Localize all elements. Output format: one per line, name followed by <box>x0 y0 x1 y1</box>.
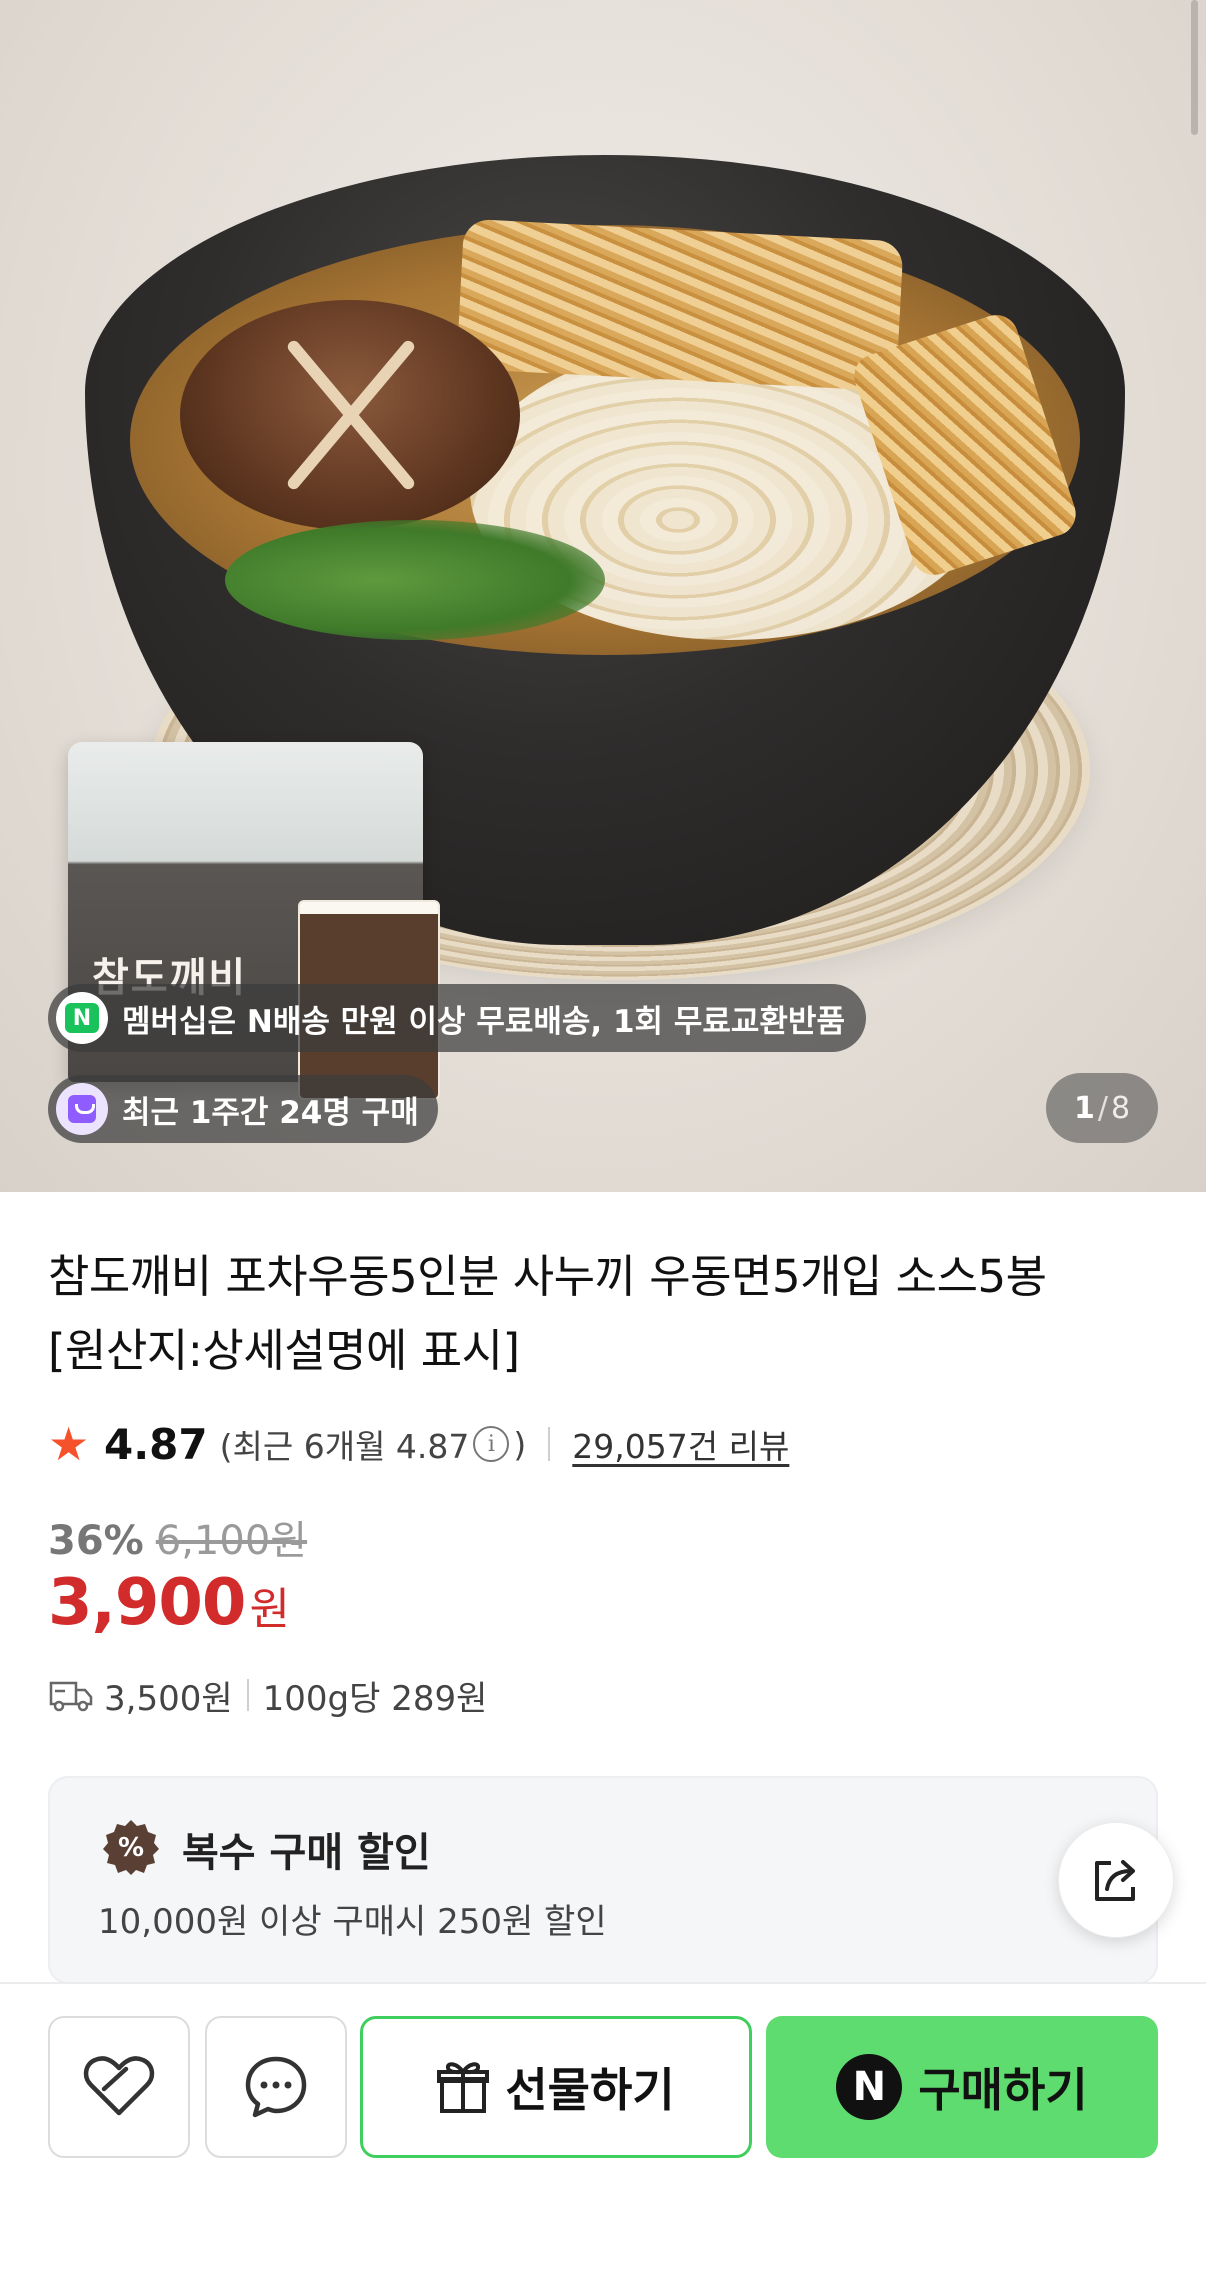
chat-icon <box>245 2056 307 2118</box>
rating-row: ★ 4.87 (최근 6개월 4.87 i ) 29,057건 리뷰 <box>48 1418 789 1470</box>
wishlist-button[interactable] <box>48 2016 190 2158</box>
star-icon: ★ <box>48 1417 90 1471</box>
divider <box>548 1427 551 1461</box>
gift-button[interactable]: 선물하기 <box>360 2016 752 2158</box>
unit-price: 100g당 289원 <box>262 1678 488 1719</box>
membership-shipping-chip[interactable]: N 멤버십은 N배송 만원 이상 무료배송, 1회 무료교환반품 <box>48 984 866 1052</box>
share-button[interactable] <box>1058 1822 1174 1938</box>
original-price: 6,100원 <box>155 1518 308 1564</box>
product-image-carousel[interactable]: 참도깨비 N 멤버십은 N배송 만원 이상 무료배송, 1회 무료교환반품 최근… <box>0 0 1206 1192</box>
original-price-row: 36% 6,100원 <box>48 1508 307 1566</box>
promo-title: 복수 구매 할인 <box>182 1830 431 1876</box>
buy-button-label: 구매하기 <box>918 2063 1088 2117</box>
shipping-row: 3,500원 100g당 289원 <box>48 1668 487 1722</box>
shipping-fee: 3,500원 <box>104 1678 233 1719</box>
truck-icon <box>49 1681 93 1712</box>
rating-score: 4.87 <box>104 1419 208 1469</box>
product-title-line1: 참도깨비 포차우동5인분 사누끼 우동면5개입 소스5봉 <box>48 1250 1047 1303</box>
divider <box>246 1679 249 1711</box>
rating-recent-close: ) <box>513 1424 527 1464</box>
discount-rate: 36% <box>48 1518 144 1564</box>
membership-shipping-text: 멤버십은 N배송 만원 이상 무료배송, 1회 무료교환반품 <box>122 1003 845 1040</box>
product-title-line2: [원산지:상세설명에 표시] <box>48 1324 520 1377</box>
promo-description: 10,000원 이상 구매시 250원 할인 <box>98 1902 607 1942</box>
price-unit: 원 <box>249 1584 290 1635</box>
bulk-discount-card[interactable]: % 복수 구매 할인 10,000원 이상 구매시 250원 할인 <box>48 1776 1158 1984</box>
chat-button[interactable] <box>205 2016 347 2158</box>
sale-price-row: 3,900 원 <box>48 1566 290 1640</box>
heart-icon <box>83 2056 155 2116</box>
buy-button[interactable]: N 구매하기 <box>766 2016 1158 2158</box>
shopping-bag-icon <box>56 1083 108 1135</box>
discount-badge-icon: % <box>103 1820 159 1875</box>
info-icon[interactable]: i <box>473 1426 510 1462</box>
image-pager: 1/8 <box>1046 1073 1158 1143</box>
pager-total: 8 <box>1110 1090 1131 1126</box>
scrollbar[interactable] <box>1191 0 1198 135</box>
greens-image <box>225 520 605 640</box>
rating-recent: (최근 6개월 4.87 <box>219 1427 470 1466</box>
pager-separator: / <box>1097 1090 1108 1126</box>
gift-button-label: 선물하기 <box>505 2063 675 2117</box>
fishcake-image <box>456 218 904 392</box>
recent-purchase-chip: 최근 1주간 24명 구매 <box>48 1075 438 1143</box>
recent-purchase-text: 최근 1주간 24명 구매 <box>122 1094 419 1131</box>
share-icon <box>1095 1860 1135 1901</box>
mushroom-image <box>180 300 520 530</box>
gift-icon <box>437 2062 490 2113</box>
bottom-action-bar: 선물하기 N 구매하기 <box>0 1982 1206 2290</box>
sale-price: 3,900 <box>48 1566 246 1640</box>
naver-n-icon: N <box>836 2054 903 2120</box>
naver-n-icon: N <box>56 992 108 1044</box>
pager-current: 1 <box>1073 1090 1095 1126</box>
review-count-link[interactable]: 29,057건 리뷰 <box>572 1420 789 1468</box>
discount-badge-text: % <box>118 1833 144 1863</box>
product-title: 참도깨비 포차우동5인분 사누끼 우동면5개입 소스5봉 [원산지:상세설명에 … <box>48 1240 1158 1388</box>
